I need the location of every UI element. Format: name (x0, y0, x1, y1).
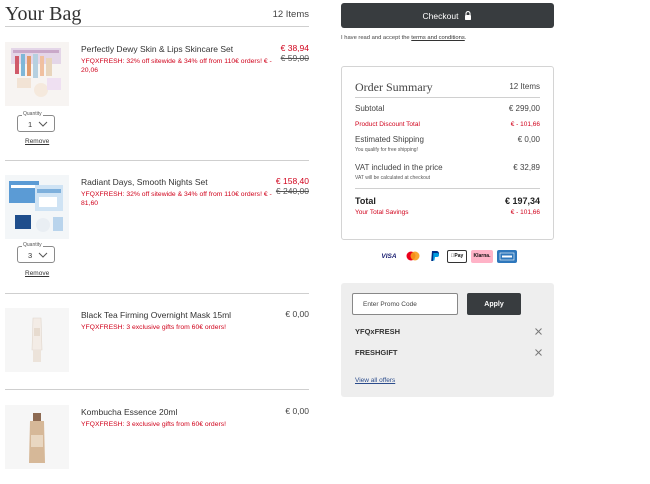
divider (5, 160, 309, 161)
product-name[interactable]: Black Tea Firming Overnight Mask 15ml (81, 310, 231, 320)
bag-item: Black Tea Firming Overnight Mask 15ml € … (5, 308, 309, 378)
divider (355, 97, 540, 98)
order-summary: Order Summary 12 Items Subtotal € 299,00… (341, 66, 554, 240)
checkout-button[interactable]: Checkout (341, 3, 554, 28)
bag-item: Perfectly Dewy Skin & Lips Skincare Set … (5, 42, 309, 152)
quantity-label: Quantity (22, 242, 43, 248)
promo-code-input[interactable] (352, 293, 458, 315)
mastercard-icon (403, 250, 423, 263)
vat-value: € 32,89 (513, 163, 540, 172)
product-image[interactable] (5, 42, 69, 106)
vat-note: VAT will be calculated at checkout (355, 175, 431, 181)
original-price: € 59,00 (280, 53, 309, 63)
savings-label: Your Total Savings (355, 209, 409, 216)
remove-link[interactable]: Remove (25, 270, 49, 277)
sale-price: € 38,94 (280, 43, 309, 53)
shipping-note: You qualify for free shipping! (355, 147, 418, 153)
klarna-icon: Klarna. (471, 249, 493, 263)
lock-icon (465, 11, 472, 20)
quantity-label: Quantity (22, 111, 43, 117)
gift-price: € 0,00 (285, 309, 309, 319)
terms-link[interactable]: terms and conditions (411, 35, 465, 41)
promo-message: YFQXFRESH: 3 exclusive gifts from 60€ or… (81, 421, 227, 428)
amex-icon (497, 249, 517, 263)
discount-value: € - 101,66 (510, 121, 540, 128)
visa-icon: VISA (381, 252, 397, 260)
view-all-offers-link[interactable]: View all offers (355, 377, 395, 384)
divider (5, 293, 309, 294)
payment-methods: VISA Pay Klarna. (379, 249, 517, 263)
terms-text: I have read and accept the terms and con… (341, 35, 467, 41)
shipping-label: Estimated Shipping (355, 135, 424, 144)
apple-pay-icon: Pay (447, 249, 467, 263)
summary-item-count: 12 Items (509, 82, 540, 91)
quantity-select[interactable]: Quantity 1 (17, 111, 55, 132)
product-name[interactable]: Kombucha Essence 20ml (81, 407, 177, 417)
product-price: € 158,40 € 240,00 (276, 176, 309, 196)
original-price: € 240,00 (275, 186, 309, 196)
discount-label: Product Discount Total (355, 121, 420, 128)
apply-button[interactable]: Apply (467, 293, 521, 315)
applied-code: FRESHGIFT (355, 348, 398, 357)
product-price: € 38,94 € 59,00 (281, 43, 309, 63)
product-price: € 0,00 (285, 406, 309, 416)
gift-price: € 0,00 (285, 406, 309, 416)
sale-price: € 158,40 (275, 176, 309, 186)
promo-message: YFQXFRESH: 3 exclusive gifts from 60€ or… (81, 324, 227, 331)
close-icon[interactable] (534, 327, 543, 336)
bag-item: Radiant Days, Smooth Nights Set € 158,40… (5, 175, 309, 285)
bag-item-count: 12 Items (272, 9, 309, 20)
product-name[interactable]: Radiant Days, Smooth Nights Set (81, 177, 208, 187)
product-image[interactable] (5, 308, 69, 372)
applied-code: YFQxFRESH (355, 327, 401, 336)
chevron-down-icon (38, 121, 48, 127)
close-icon[interactable] (534, 348, 543, 357)
promo-message: YFQXFRESH: 32% off sitewide & 34% off fr… (81, 58, 272, 74)
bag-title: Your Bag (5, 3, 82, 25)
vat-label: VAT included in the price (355, 163, 443, 172)
shipping-value: € 0,00 (517, 135, 540, 144)
savings-value: € - 101,66 (510, 209, 540, 216)
promo-message: YFQXFRESH: 32% off sitewide & 34% off fr… (81, 191, 272, 207)
product-name[interactable]: Perfectly Dewy Skin & Lips Skincare Set (81, 44, 233, 54)
product-price: € 0,00 (285, 309, 309, 319)
quantity-value: 1 (28, 120, 33, 129)
bag-header: Your Bag 12 Items (5, 3, 309, 27)
divider (5, 389, 309, 390)
paypal-icon (427, 250, 443, 263)
quantity-select[interactable]: Quantity 3 (17, 242, 55, 263)
subtotal-label: Subtotal (355, 104, 385, 113)
total-label: Total (355, 196, 376, 206)
subtotal-value: € 299,00 (508, 104, 540, 113)
total-value: € 197,34 (504, 196, 540, 206)
checkout-label: Checkout (422, 10, 459, 21)
bag-item: Kombucha Essence 20ml € 0,00 YFQXFRESH: … (5, 405, 309, 475)
summary-title: Order Summary (355, 80, 433, 94)
promo-panel: Apply YFQxFRESH FRESHGIFT View all offer… (341, 283, 554, 397)
product-image[interactable] (5, 405, 69, 469)
quantity-value: 3 (28, 251, 33, 260)
remove-link[interactable]: Remove (25, 138, 49, 145)
product-image[interactable] (5, 175, 69, 239)
divider (355, 188, 540, 189)
chevron-down-icon (38, 252, 48, 258)
